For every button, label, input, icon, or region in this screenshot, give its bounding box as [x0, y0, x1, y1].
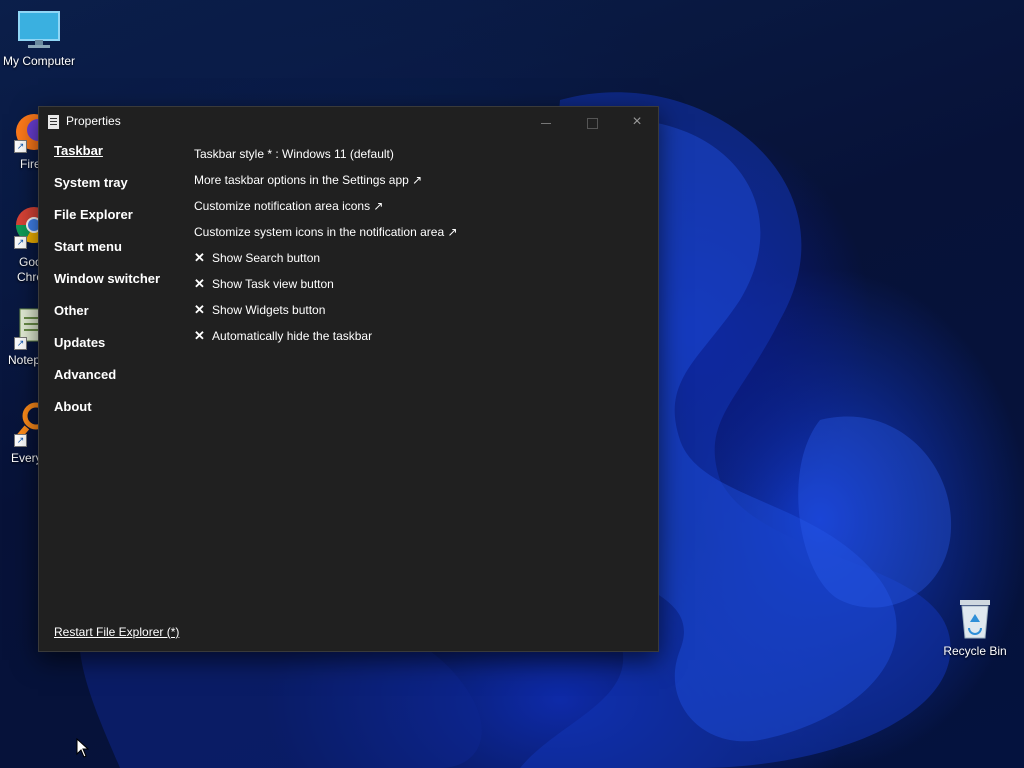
- notification-icons-link[interactable]: Customize notification area icons ↗: [194, 193, 458, 219]
- system-icons-link[interactable]: Customize system icons in the notificati…: [194, 219, 458, 245]
- maximize-button[interactable]: [569, 107, 615, 137]
- check-mark-icon: ✕: [194, 302, 205, 317]
- close-icon: ×: [632, 113, 642, 130]
- nav-item-about[interactable]: About: [54, 399, 160, 431]
- show-search-toggle[interactable]: ✕ Show Search button: [194, 245, 458, 271]
- desktop-icon-my-computer[interactable]: My Computer: [2, 10, 76, 68]
- nav-item-start-menu[interactable]: Start menu: [54, 239, 160, 271]
- close-button[interactable]: ×: [614, 107, 660, 137]
- settings-nav: Taskbar System tray File Explorer Start …: [54, 143, 160, 431]
- title-bar[interactable]: Properties ×: [39, 107, 658, 137]
- nav-item-updates[interactable]: Updates: [54, 335, 160, 367]
- minimize-button[interactable]: [523, 107, 569, 137]
- nav-item-taskbar[interactable]: Taskbar: [54, 143, 160, 175]
- desktop-icon-label: Notep: [8, 353, 41, 367]
- maximize-icon: [586, 117, 598, 129]
- check-mark-icon: ✕: [194, 276, 205, 291]
- nav-item-system-tray[interactable]: System tray: [54, 175, 160, 207]
- show-task-view-toggle[interactable]: ✕ Show Task view button: [194, 271, 458, 297]
- toggle-label: Show Widgets button: [212, 303, 326, 317]
- desktop-icon-label: My Computer: [2, 54, 76, 68]
- nav-item-other[interactable]: Other: [54, 303, 160, 335]
- mouse-cursor-icon: [76, 738, 90, 758]
- nav-item-file-explorer[interactable]: File Explorer: [54, 207, 160, 239]
- properties-app-icon: [48, 115, 59, 129]
- taskbar-style-dropdown[interactable]: Taskbar style * : Windows 11 (default): [194, 141, 458, 167]
- shortcut-arrow-icon: ↗: [14, 434, 27, 447]
- toggle-label: Show Task view button: [212, 277, 334, 291]
- settings-app-link[interactable]: More taskbar options in the Settings app…: [194, 167, 458, 193]
- desktop-icon-label: Recycle Bin: [943, 644, 1007, 658]
- shortcut-arrow-icon: ↗: [14, 236, 27, 249]
- desktop-icon-recycle-bin[interactable]: Recycle Bin: [940, 596, 1010, 658]
- shortcut-arrow-icon: ↗: [14, 337, 27, 350]
- recycle-bin-icon: [960, 600, 990, 639]
- show-widgets-toggle[interactable]: ✕ Show Widgets button: [194, 297, 458, 323]
- taskbar-settings: Taskbar style * : Windows 11 (default) M…: [194, 141, 458, 349]
- monitor-icon: [18, 11, 60, 48]
- window-title: Properties: [66, 114, 121, 128]
- shortcut-arrow-icon: ↗: [14, 140, 27, 153]
- toggle-label: Show Search button: [212, 251, 321, 265]
- check-mark-icon: ✕: [194, 328, 205, 343]
- auto-hide-taskbar-toggle[interactable]: ✕ Automatically hide the taskbar: [194, 323, 458, 349]
- check-mark-icon: ✕: [194, 250, 205, 265]
- minimize-icon: [541, 122, 551, 124]
- toggle-label: Automatically hide the taskbar: [212, 329, 373, 343]
- nav-item-advanced[interactable]: Advanced: [54, 367, 160, 399]
- properties-window: Properties × Taskbar System tray File Ex…: [38, 106, 659, 652]
- restart-file-explorer-link[interactable]: Restart File Explorer (*): [54, 625, 179, 639]
- nav-item-window-switcher[interactable]: Window switcher: [54, 271, 160, 303]
